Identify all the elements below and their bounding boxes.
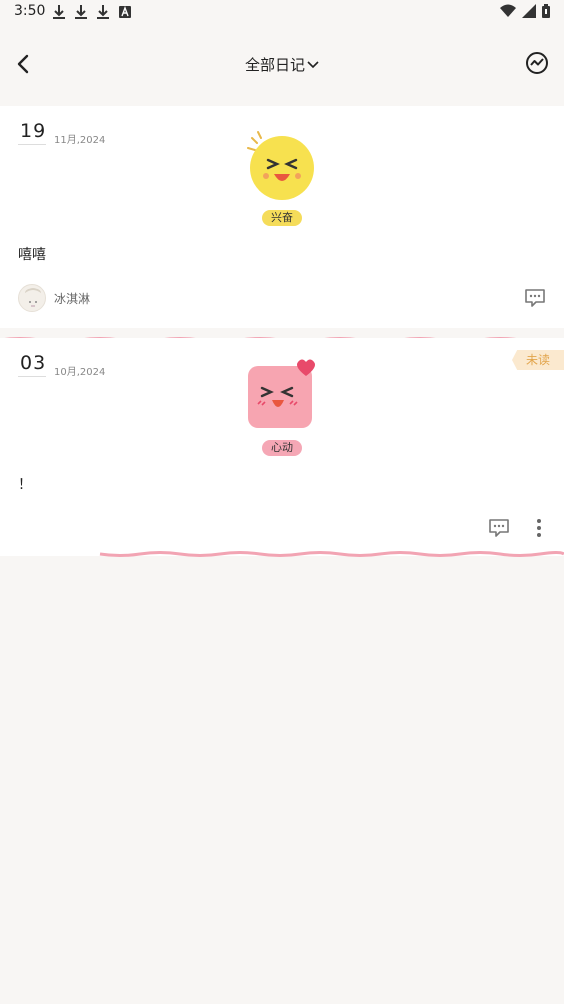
status-bar: 3:50 [0,0,564,24]
system-icons [500,4,550,18]
entry-month-year: 10月,2024 [54,367,106,378]
date-divider [18,144,46,145]
signal-icon [522,4,536,18]
top-bar: 全部日记 [0,36,564,92]
notification-icons [52,4,132,20]
title-wrap: 全部日记 [0,54,564,75]
stats-icon[interactable] [524,50,550,76]
diary-entry-card[interactable]: 03 10月,2024 未读 心动 ！ [0,338,564,556]
mood-tag: 心动 [262,440,302,456]
battery-icon [542,4,550,18]
date-divider [18,376,46,377]
download-icon [52,4,66,20]
mood-tag: 兴奋 [262,210,302,226]
diary-filter-dropdown[interactable]: 全部日记 [245,54,319,75]
page-title: 全部日记 [244,56,305,74]
excited-mood-icon [244,128,320,200]
more-options-icon[interactable] [534,518,544,538]
author-info[interactable]: 冰淇淋 [18,284,90,312]
comment-icon[interactable] [488,518,510,538]
a-icon [118,4,132,20]
entry-text: 嘻嘻 [18,247,46,263]
unread-badge: 未读 [512,350,564,370]
wavy-border-bottom [99,551,564,557]
diary-entry-card[interactable]: 19 11月,2024 兴奋 嘻嘻 冰淇淋 [0,106,564,328]
download-icon [96,4,110,20]
avatar [18,284,46,312]
download-icon [74,4,88,20]
comment-icon[interactable] [524,288,546,308]
entry-day: 19 [20,120,47,142]
author-name: 冰淇淋 [54,291,91,306]
heart-mood-icon [244,358,320,430]
chevron-down-icon [307,60,319,68]
entry-text: ！ [18,477,32,493]
entry-day: 03 [20,352,47,374]
wifi-icon [500,4,516,17]
status-time: 3:50 [14,3,46,19]
entry-month-year: 11月,2024 [54,135,106,146]
